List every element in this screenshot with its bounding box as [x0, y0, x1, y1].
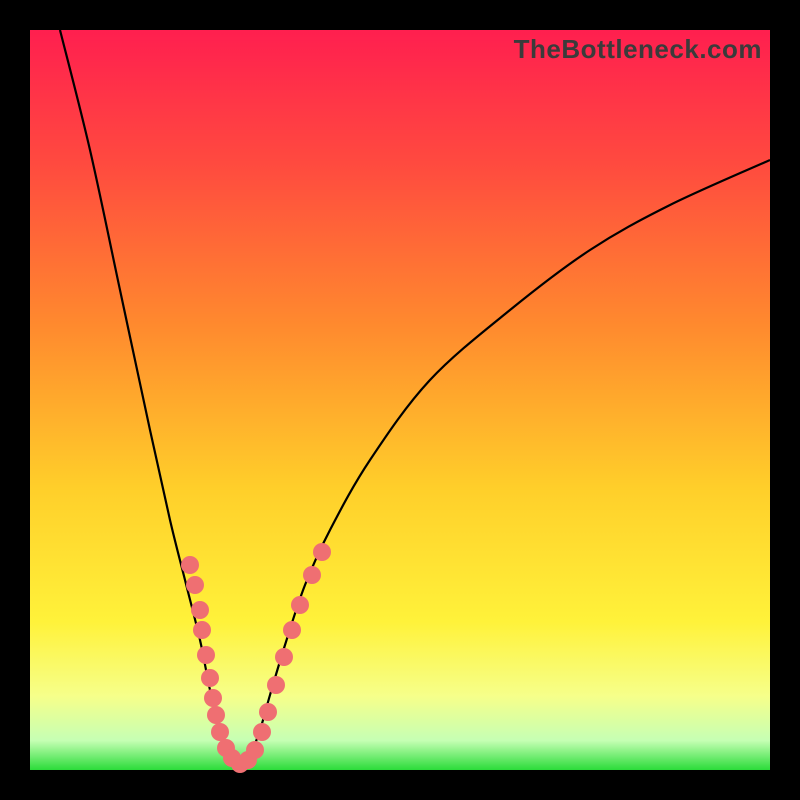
sample-point — [253, 723, 271, 741]
sample-point — [186, 576, 204, 594]
sample-point — [275, 648, 293, 666]
sample-point — [197, 646, 215, 664]
sample-point — [193, 621, 211, 639]
sample-point — [191, 601, 209, 619]
plot-area: TheBottleneck.com — [30, 30, 770, 770]
sample-point — [211, 723, 229, 741]
sample-points-group — [181, 543, 331, 773]
sample-point — [246, 741, 264, 759]
sample-point — [267, 676, 285, 694]
sample-point — [204, 689, 222, 707]
sample-point — [201, 669, 219, 687]
sample-point — [259, 703, 277, 721]
sample-point — [207, 706, 225, 724]
sample-point — [291, 596, 309, 614]
sample-point — [313, 543, 331, 561]
sample-point — [283, 621, 301, 639]
chart-frame: TheBottleneck.com — [0, 0, 800, 800]
bottleneck-curve — [60, 30, 770, 765]
curve-svg — [30, 30, 770, 770]
sample-point — [303, 566, 321, 584]
sample-point — [181, 556, 199, 574]
